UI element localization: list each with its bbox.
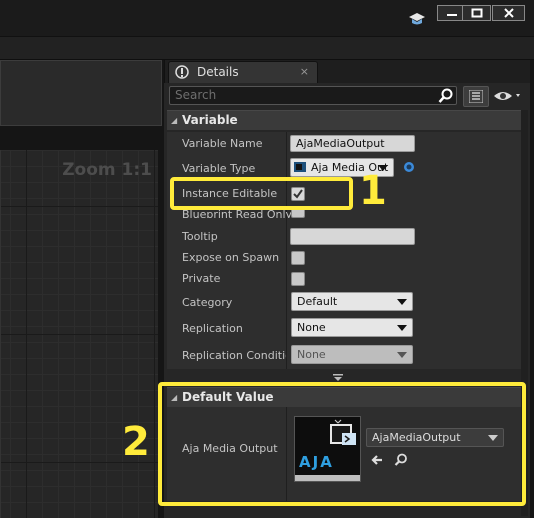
list-view-icon [468,89,484,106]
annotation-number-1: 1 [359,168,387,214]
eye-icon [493,89,523,106]
column-divider[interactable] [286,132,287,369]
title-bar [0,0,534,36]
zoom-label: Zoom 1:1 [62,160,152,180]
container-type-icon[interactable] [402,160,416,177]
close-window-button[interactable] [492,5,525,21]
collapse-triangle-icon: ◢ [171,116,178,125]
tooltip-field[interactable] [290,228,415,245]
replication-condition-dropdown: None [291,345,413,364]
category-dropdown[interactable]: Default [291,292,413,311]
search-input[interactable]: Search [169,86,457,105]
chevron-down-icon [397,352,407,358]
tab-close-button[interactable]: × [300,65,309,78]
maximize-button[interactable] [462,5,491,21]
tab-details[interactable]: Details × [168,61,318,83]
private-label: Private [182,272,221,285]
variable-name-field[interactable]: AjaMediaOutput [290,135,415,152]
search-icon[interactable] [438,88,454,104]
variable-name-label: Variable Name [182,137,263,150]
variable-type-label: Variable Type [182,162,256,175]
tab-label: Details [197,65,239,79]
category-label: Category [182,296,233,309]
highlight-box-2 [158,382,526,506]
chevron-down-icon [397,325,407,331]
expose-on-spawn-checkbox[interactable] [291,251,305,265]
visibility-filter-button[interactable] [493,87,527,105]
tooltip-label: Tooltip [182,230,218,243]
replication-value: None [297,321,326,334]
replication-condition-label: Replication Condition [182,349,286,362]
replication-condition-value: None [297,348,326,361]
view-options-button[interactable] [463,86,489,107]
section-title: Variable [182,113,238,127]
expose-on-spawn-label: Expose on Spawn [182,251,280,264]
graph-toolbar-area [0,60,162,126]
annotation-number-2: 2 [122,419,150,465]
category-value: Default [297,295,338,308]
private-checkbox[interactable] [291,272,305,286]
highlight-box-1 [170,177,353,210]
variable-section-header[interactable]: ◢ Variable [167,110,521,130]
menu-bar [0,36,534,60]
replication-dropdown[interactable]: None [291,318,413,337]
graduation-cap-icon[interactable] [408,12,426,28]
replication-label: Replication [182,322,243,335]
details-icon [175,65,189,79]
chevron-down-icon [397,299,407,305]
